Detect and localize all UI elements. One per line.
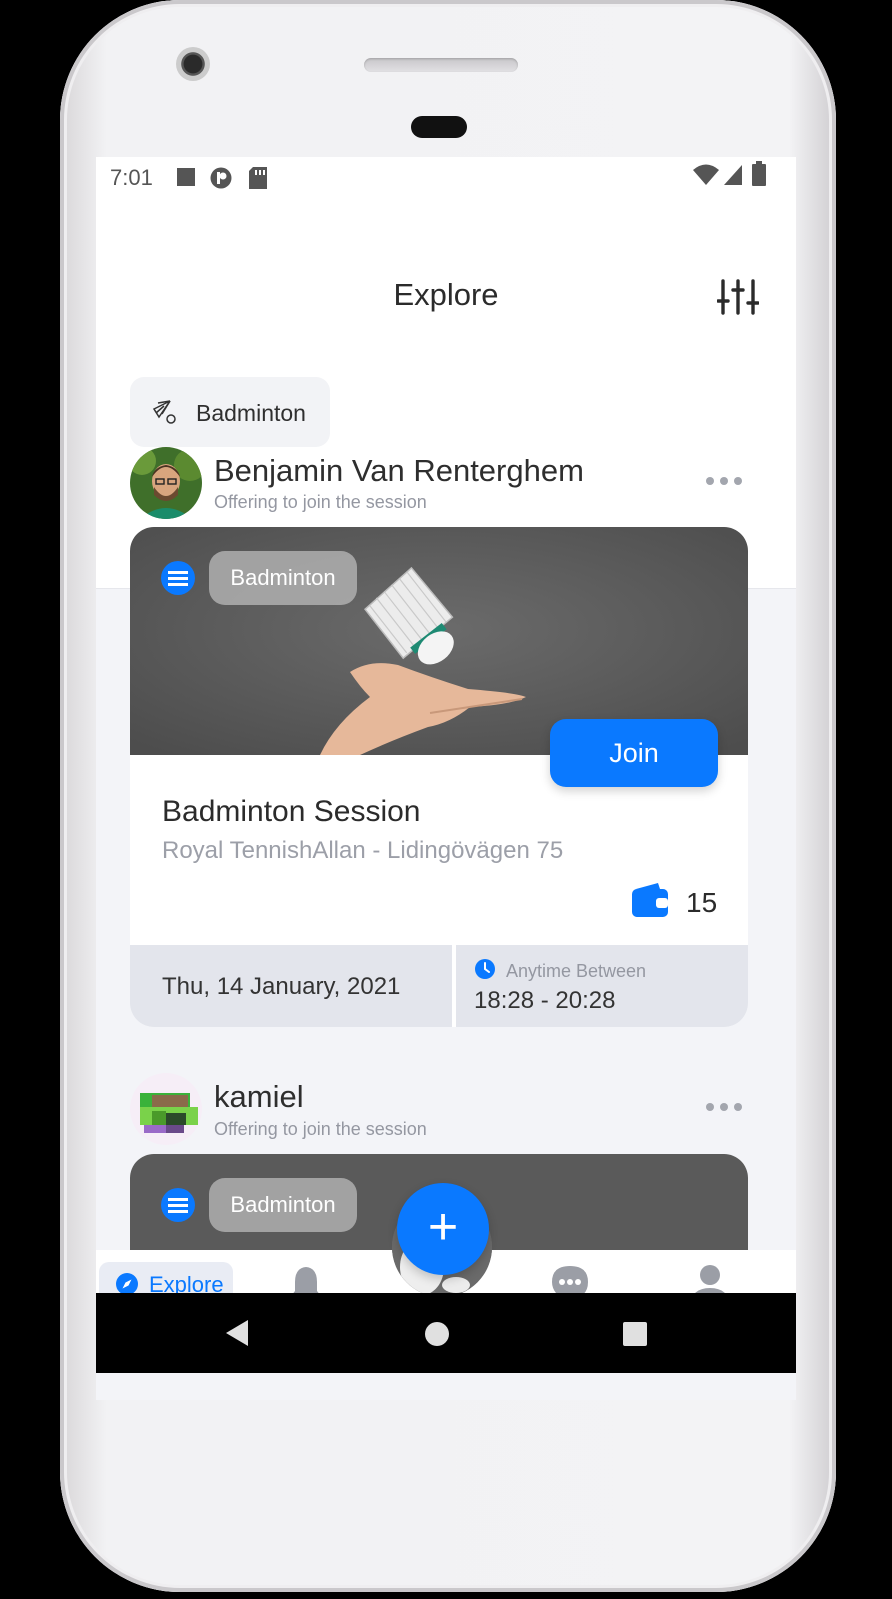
sport-tag: Badminton xyxy=(209,551,357,605)
session-location: Royal TennishAllan - Lidingövägen 75 xyxy=(162,837,564,864)
author-name[interactable]: Benjamin Van Renterghem xyxy=(214,453,584,489)
status-time: 7:01 xyxy=(110,165,153,190)
battery-icon xyxy=(752,161,766,186)
front-camera xyxy=(176,47,210,81)
session-title: Badminton Session xyxy=(162,795,421,828)
price: 15 xyxy=(686,887,718,918)
proximity-sensor xyxy=(411,116,467,138)
wifi-icon xyxy=(693,164,719,185)
author-subtitle: Offering to join the session xyxy=(214,1119,427,1139)
sd-card-icon xyxy=(249,167,267,189)
author-name[interactable]: kamiel xyxy=(214,1079,304,1115)
earpiece-speaker xyxy=(364,58,518,72)
back-icon[interactable] xyxy=(224,1319,250,1347)
android-nav-bar xyxy=(96,1293,796,1373)
signal-icon xyxy=(724,165,742,185)
sport-tag-label: Badminton xyxy=(230,565,336,590)
time-range: 18:28 - 20:28 xyxy=(474,987,616,1014)
sport-tag-label: Badminton xyxy=(230,1192,336,1217)
time-box: Anytime Between 18:28 - 20:28 xyxy=(456,945,748,1027)
clock-icon xyxy=(475,959,495,979)
author-subtitle: Offering to join the session xyxy=(214,492,427,512)
wallet-icon xyxy=(632,883,668,917)
home-icon[interactable] xyxy=(424,1321,450,1347)
recents-icon[interactable] xyxy=(622,1321,648,1347)
status-bar: 7:01 xyxy=(96,157,796,197)
sport-badge-icon xyxy=(161,1188,195,1222)
shuttlecock-icon xyxy=(152,400,176,424)
app-notification-icon xyxy=(210,167,232,189)
join-button[interactable]: Join xyxy=(550,719,718,787)
time-label: Anytime Between xyxy=(506,961,647,981)
filter-sliders-icon[interactable] xyxy=(717,279,759,315)
app-screen: 7:01 Explore Badminton Benjamin Van Rent… xyxy=(96,157,796,1400)
chip-label: Badminton xyxy=(196,400,306,426)
badminton-filter-chip[interactable]: Badminton xyxy=(130,377,330,447)
avatar[interactable] xyxy=(130,1073,202,1145)
more-options-icon[interactable] xyxy=(706,1097,746,1117)
date-box: Thu, 14 January, 2021 xyxy=(130,945,452,1027)
add-session-button[interactable]: + xyxy=(397,1183,489,1275)
add-icon: + xyxy=(427,1198,459,1256)
avatar[interactable] xyxy=(130,447,202,519)
sport-badge-icon xyxy=(161,561,195,595)
square-notification-icon xyxy=(177,168,195,186)
page-title: Explore xyxy=(393,277,499,312)
session-date: Thu, 14 January, 2021 xyxy=(162,973,401,1000)
sport-tag: Badminton xyxy=(209,1178,357,1232)
more-options-icon[interactable] xyxy=(706,471,746,491)
